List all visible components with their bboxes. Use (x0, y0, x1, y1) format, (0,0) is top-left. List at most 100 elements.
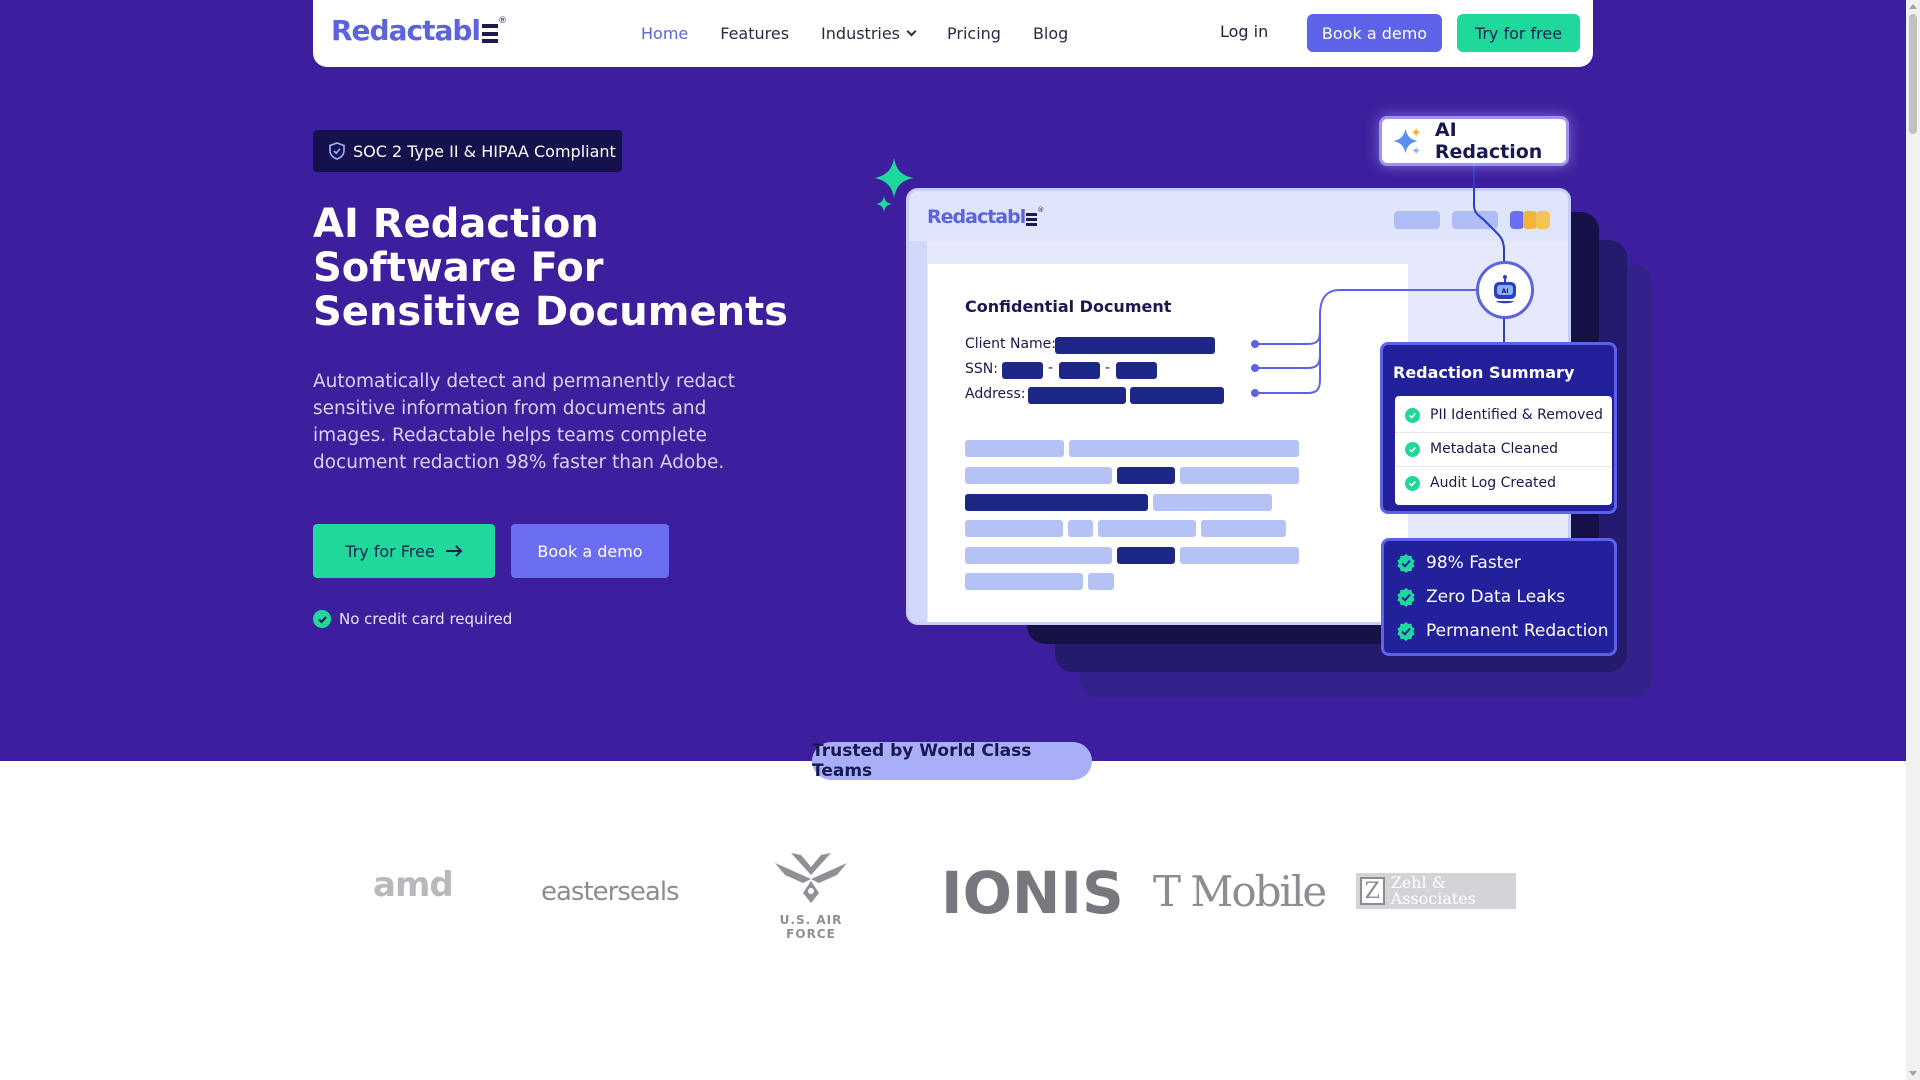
summary-item: Audit Log Created (1405, 475, 1556, 491)
redacted-bar (1116, 362, 1157, 379)
customer-logos: amd easterseals U.S. AIR FORCE IONIS T M… (373, 845, 1523, 945)
logo[interactable]: Redactabl ® (331, 14, 507, 47)
amd-logo-text: amd (373, 865, 454, 905)
scrollbar-thumb[interactable] (1909, 14, 1917, 134)
text-line-placeholder (1098, 520, 1196, 537)
field-label-address: Address: (965, 386, 1026, 402)
robot-icon: AI (1494, 275, 1516, 304)
badge-check-icon (1397, 554, 1415, 573)
redacted-bar (1117, 467, 1175, 484)
tmobile-logo-text: T Mobile (1153, 867, 1327, 916)
stat-item: 98% Faster (1396, 553, 1521, 573)
redacted-bar (965, 494, 1148, 511)
ai-redaction-tag-text: AI Redaction (1434, 119, 1543, 163)
check-circle-icon (1405, 475, 1420, 491)
book-demo-button[interactable]: Book a demo (511, 524, 669, 578)
air-force-wings-icon (775, 853, 847, 903)
nav-features[interactable]: Features (720, 24, 789, 43)
book-demo-nav-button[interactable]: Book a demo (1307, 14, 1442, 52)
redacted-bar (1002, 362, 1043, 379)
ssn-dash: - (1105, 360, 1111, 376)
air-force-logo: U.S. AIR FORCE (756, 845, 866, 941)
text-line-placeholder (965, 573, 1083, 590)
stats-card: 98% Faster Zero Data Leaks Permanent Red… (1381, 538, 1617, 656)
try-free-nav-button[interactable]: Try for free (1457, 14, 1580, 52)
field-label-ssn: SSN: (965, 361, 998, 377)
ionis-logo: IONIS (941, 859, 1124, 927)
trusted-by-label: Trusted by World Class Teams (812, 741, 1092, 781)
scroll-up-icon[interactable] (1909, 4, 1917, 9)
easterseals-logo-text: easterseals (541, 877, 680, 907)
document-logo-text: Redactabl (927, 206, 1026, 228)
text-line-placeholder (1068, 520, 1093, 537)
arrow-right-icon (445, 545, 463, 557)
text-line-placeholder (965, 547, 1112, 564)
compliance-badge: SOC 2 Type II & HIPAA Compliant (313, 130, 622, 172)
check-circle-icon (1405, 407, 1420, 423)
logo-bars-icon (1026, 212, 1038, 226)
text-line-placeholder (1180, 547, 1299, 564)
logo-registered-mark: ® (498, 16, 507, 26)
summary-item: PII Identified & Removed (1405, 407, 1603, 423)
robot-label: AI (1502, 288, 1509, 295)
nav-industries-label: Industries (821, 24, 901, 43)
stat-label: 98% Faster (1426, 553, 1521, 573)
redacted-bar (1059, 362, 1100, 379)
tmobile-logo: T Mobile (1153, 867, 1327, 916)
air-force-logo-text: U.S. AIR FORCE (779, 913, 843, 941)
hero-headline: AI Redaction Software For Sensitive Docu… (313, 201, 788, 335)
ai-sparkle-icon (1392, 127, 1421, 155)
text-line-placeholder (1088, 573, 1114, 590)
redaction-summary-title: Redaction Summary (1393, 363, 1575, 382)
document-paper: Confidential Document Client Name: SSN: … (928, 264, 1408, 622)
nav-blog[interactable]: Blog (1033, 24, 1068, 43)
header-placeholder (1523, 211, 1537, 229)
zehl-logo-text: Zehl & Associates (1390, 873, 1476, 908)
try-free-button-label: Try for Free (345, 541, 435, 561)
nav-home[interactable]: Home (641, 24, 688, 43)
login-link[interactable]: Log in (1220, 22, 1268, 41)
nav-industries[interactable]: Industries (821, 24, 917, 43)
document-sidebar (909, 241, 927, 622)
header-placeholder (1536, 211, 1550, 229)
redacted-bar (1130, 387, 1224, 404)
ai-robot-badge: AI (1476, 261, 1534, 319)
scroll-down-icon[interactable] (1909, 1071, 1917, 1076)
try-free-button[interactable]: Try for Free (313, 524, 495, 578)
nav-links: Home Features Industries Pricing Blog (641, 0, 1068, 67)
compliance-badge-text: SOC 2 Type II & HIPAA Compliant (353, 141, 616, 161)
ai-redaction-tag: AI Redaction (1379, 116, 1569, 166)
logo-text: Redactabl (331, 14, 481, 47)
stat-item: Permanent Redaction (1396, 621, 1608, 641)
document-header: Redactabl ® (909, 191, 1568, 241)
page-scrollbar[interactable] (1906, 0, 1920, 1080)
no-credit-card-note: No credit card required (313, 610, 512, 628)
hero-subtext: Automatically detect and permanently red… (313, 371, 735, 473)
no-credit-card-text: No credit card required (339, 610, 513, 628)
badge-check-icon (1397, 622, 1415, 641)
check-circle-icon (1405, 441, 1420, 457)
nav-pricing[interactable]: Pricing (947, 24, 1001, 43)
summary-item-label: PII Identified & Removed (1430, 407, 1603, 423)
stat-item: Zero Data Leaks (1396, 587, 1565, 607)
text-line-placeholder (965, 467, 1112, 484)
text-line-placeholder (965, 520, 1063, 537)
summary-divider (1395, 432, 1612, 433)
text-line-placeholder (1153, 494, 1272, 511)
document-logo-registered-mark: ® (1037, 206, 1044, 214)
redacted-bar (1028, 387, 1126, 404)
stat-label: Permanent Redaction (1426, 621, 1609, 641)
field-label-client: Client Name: (965, 336, 1056, 352)
document-title: Confidential Document (965, 297, 1172, 316)
ssn-dash: - (1048, 360, 1054, 376)
text-line-placeholder (1069, 440, 1299, 457)
chevron-down-icon (906, 26, 917, 37)
text-line-placeholder (965, 440, 1064, 457)
top-nav: Redactabl ® Home Features Industries Pri… (313, 0, 1593, 67)
amd-logo: amd (373, 865, 454, 905)
ionis-logo-text: IONIS (941, 859, 1124, 927)
redaction-summary-card: Redaction Summary PII Identified & Remov… (1380, 342, 1617, 514)
summary-item: Metadata Cleaned (1405, 441, 1558, 457)
header-placeholder (1452, 211, 1498, 229)
redacted-bar (1117, 547, 1175, 564)
